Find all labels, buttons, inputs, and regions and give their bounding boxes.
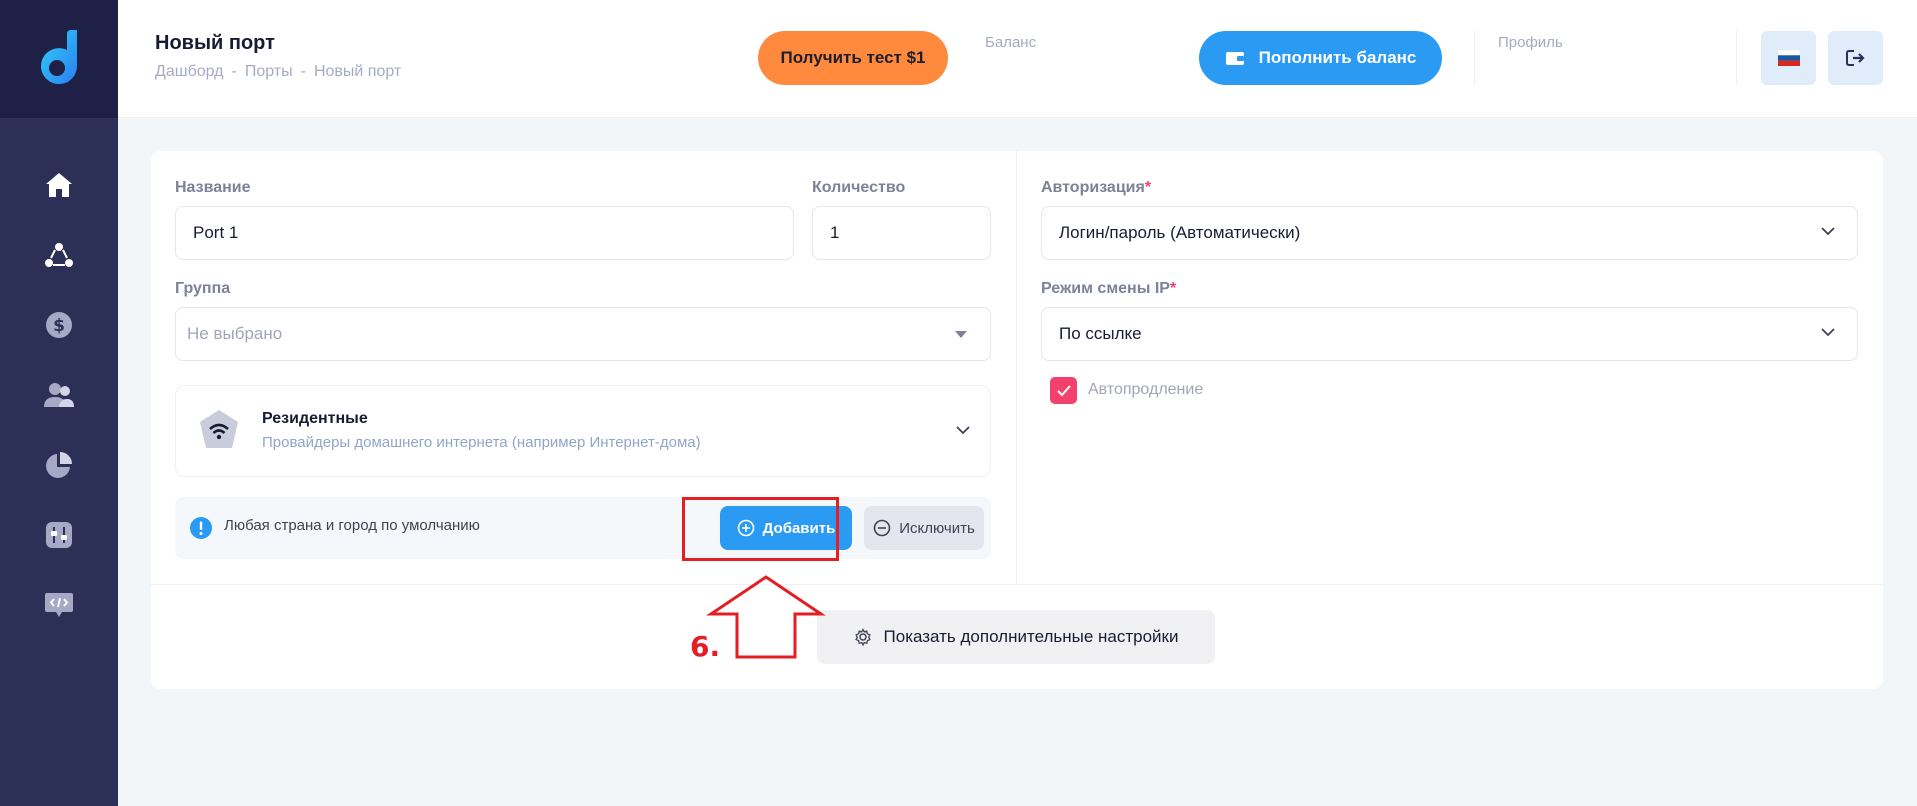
home-icon [46,173,72,197]
required-mark: * [1144,179,1152,196]
group-select[interactable]: Не выбрано [175,307,991,361]
auth-label: Авторизация* [1041,179,1151,197]
logout-button[interactable] [1828,31,1883,85]
wallet-icon [1225,52,1244,65]
sidebar: $ [0,0,118,806]
ip-mode-select[interactable]: По ссылке [1041,307,1858,361]
settings-sliders-icon [46,522,72,548]
russia-flag-icon [1777,50,1800,66]
dollar-icon: $ [46,312,72,338]
svg-text:$: $ [53,316,65,336]
info-icon [190,517,212,539]
location-info-text: Любая страна и город по умолчанию [224,517,480,534]
header-divider [1736,30,1737,85]
footer-divider [151,584,1883,585]
new-port-form-card: Название Port 1 Количество 1 Группа Не в… [151,151,1883,689]
autorenew-label: Автопродление [1088,381,1204,398]
minus-circle-icon [873,519,891,537]
network-icon [45,243,73,267]
check-icon [1056,385,1071,397]
sidebar-item-users[interactable] [0,360,118,430]
breadcrumb: Дашборд - Порты - Новый порт [155,63,401,81]
quantity-input[interactable]: 1 [812,206,991,260]
sidebar-item-api[interactable] [0,570,118,640]
annotation-step-label: 6. [690,630,721,663]
header-divider [1474,30,1475,85]
exclude-location-label: Исключить [899,519,975,537]
get-test-button[interactable]: Получить тест $1 [758,31,948,85]
proxy-type-residential[interactable]: Резидентные Провайдеры домашнего интерне… [175,385,991,477]
proxy-type-title: Резидентные [262,410,368,427]
auth-label-text: Авторизация [1041,179,1145,196]
ip-mode-label: Режим смены IP* [1041,280,1176,298]
caret-down-icon [955,331,967,338]
ip-mode-select-value: По ссылке [1059,324,1142,343]
top-up-balance-button[interactable]: Пополнить баланс [1199,31,1442,85]
group-select-placeholder: Не выбрано [187,324,283,343]
breadcrumb-item-new-port: Новый порт [313,63,402,80]
group-label: Группа [175,280,231,297]
sidebar-item-settings[interactable] [0,500,118,570]
show-advanced-settings-label: Показать дополнительные настройки [883,627,1179,646]
name-input[interactable]: Port 1 [175,206,794,260]
sidebar-item-stats[interactable] [0,430,118,500]
logo-icon [41,30,78,85]
breadcrumb-separator: - [300,63,306,80]
proxy-type-description: Провайдеры домашнего интернета (например… [262,434,701,451]
balance-label: Баланс [985,34,1037,51]
profile-label[interactable]: Профиль [1498,34,1563,51]
chevron-down-icon [1821,328,1835,337]
pie-chart-icon [46,452,72,478]
logout-icon [1845,50,1865,66]
name-label: Название [175,179,251,196]
breadcrumb-item-dashboard[interactable]: Дашборд [155,63,224,81]
logo[interactable] [0,0,118,118]
sidebar-item-home[interactable] [0,150,118,220]
quantity-label: Количество [812,179,906,196]
gear-icon [854,628,871,646]
sidebar-item-network[interactable] [0,220,118,290]
chevron-down-icon[interactable] [956,425,970,435]
exclude-location-button[interactable]: Исключить [864,506,984,550]
top-header: Новый порт Дашборд - Порты - Новый порт … [118,0,1917,118]
code-chat-icon [45,593,73,617]
sidebar-nav: $ [0,118,118,640]
users-icon [44,383,74,407]
annotation-highlight-box [682,497,839,561]
ip-mode-label-text: Режим смены IP [1041,280,1170,297]
page-title: Новый порт [155,32,275,54]
language-button[interactable] [1761,31,1816,85]
required-mark: * [1169,280,1177,297]
top-up-balance-label: Пополнить баланс [1258,48,1417,67]
wifi-icon [200,410,238,448]
show-advanced-settings-button[interactable]: Показать дополнительные настройки [817,610,1215,664]
auth-select[interactable]: Логин/пароль (Автоматически) [1041,206,1858,260]
breadcrumb-item-ports[interactable]: Порты [245,63,293,81]
chevron-down-icon [1821,227,1835,236]
breadcrumb-separator: - [231,63,237,80]
annotation-arrow [706,575,826,659]
column-divider [1016,151,1017,584]
autorenew-checkbox[interactable] [1050,377,1077,404]
sidebar-item-finance[interactable]: $ [0,290,118,360]
location-info-bar: Любая страна и город по умолчанию Добави… [175,497,991,559]
auth-select-value: Логин/пароль (Автоматически) [1059,223,1301,242]
